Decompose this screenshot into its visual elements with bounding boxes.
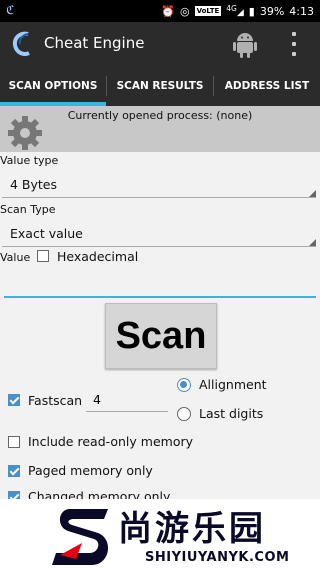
alarm-icon: ⏰	[161, 4, 175, 18]
app-title: Cheat Engine	[44, 34, 145, 52]
fastscan-value: 4	[93, 392, 101, 407]
value-type-label: Value type	[0, 154, 59, 167]
status-bar: ℭ ⏰ ◎ VoLTE 4G◢ ▮ 39% 4:13	[0, 0, 320, 22]
tab-scan-results[interactable]: SCAN RESULTS	[107, 66, 213, 106]
cheat-engine-notification-icon: ℭ	[6, 3, 15, 17]
hexadecimal-label: Hexadecimal	[57, 249, 139, 264]
status-icons: ⏰ ◎ VoLTE 4G◢ ▮ 39% 4:13	[161, 4, 314, 18]
paged-memory-label: Paged memory only	[28, 463, 153, 478]
read-only-memory-label: Include read-only memory	[28, 434, 194, 449]
watermark-s-logo-icon	[52, 509, 109, 565]
value-type-selected: 4 Bytes	[10, 177, 58, 192]
clock: 4:13	[289, 4, 314, 18]
allignment-label: Allignment	[199, 377, 267, 392]
value-input[interactable]	[4, 270, 316, 298]
value-type-dropdown[interactable]: 4 Bytes	[2, 173, 316, 198]
scan-type-dropdown[interactable]: Exact value	[2, 222, 316, 247]
fastscan-label: Fastscan	[28, 393, 83, 408]
scan-type-label: Scan Type	[0, 203, 56, 216]
hexadecimal-checkbox[interactable]	[37, 250, 49, 262]
volte-badge: VoLTE	[194, 6, 222, 16]
tab-bar: SCAN OPTIONS SCAN RESULTS ADDRESS LIST	[0, 66, 320, 106]
hotspot-icon: ◎	[179, 4, 190, 18]
battery-icon: ▮	[248, 4, 255, 18]
tab-address-list[interactable]: ADDRESS LIST	[214, 66, 320, 106]
fastscan-value-input[interactable]: 4	[86, 391, 168, 412]
process-text: Currently opened process: (none)	[67, 109, 253, 122]
scan-type-selected: Exact value	[10, 226, 83, 241]
fastscan-checkbox[interactable]	[8, 394, 20, 406]
watermark-banner: 尚游乐园 SHIYIUYANYK.COM	[0, 499, 320, 569]
last-digits-radio[interactable]	[177, 407, 191, 421]
process-selector[interactable]: Currently opened process: (none)	[0, 106, 320, 152]
read-only-memory-checkbox[interactable]	[8, 436, 20, 448]
app-bar: Cheat Engine	[0, 22, 320, 66]
watermark-url-text: SHIYIUYANYK.COM	[145, 550, 290, 565]
signal-icon: 4G◢	[226, 4, 244, 18]
cheat-engine-logo-icon	[12, 31, 30, 56]
allignment-radio[interactable]	[177, 378, 191, 392]
tab-scan-options[interactable]: SCAN OPTIONS	[0, 66, 106, 106]
scan-button[interactable]: Scan	[105, 303, 217, 369]
value-label: Value	[0, 251, 31, 264]
last-digits-label: Last digits	[199, 406, 264, 421]
battery-percent: 39%	[259, 4, 285, 18]
overflow-menu-icon[interactable]	[289, 32, 299, 56]
dropdown-arrow-icon	[309, 239, 316, 246]
paged-memory-checkbox[interactable]	[8, 465, 20, 477]
dropdown-arrow-icon	[309, 190, 316, 197]
watermark-chinese-text: 尚游乐园	[118, 509, 266, 549]
android-icon[interactable]	[232, 30, 258, 58]
